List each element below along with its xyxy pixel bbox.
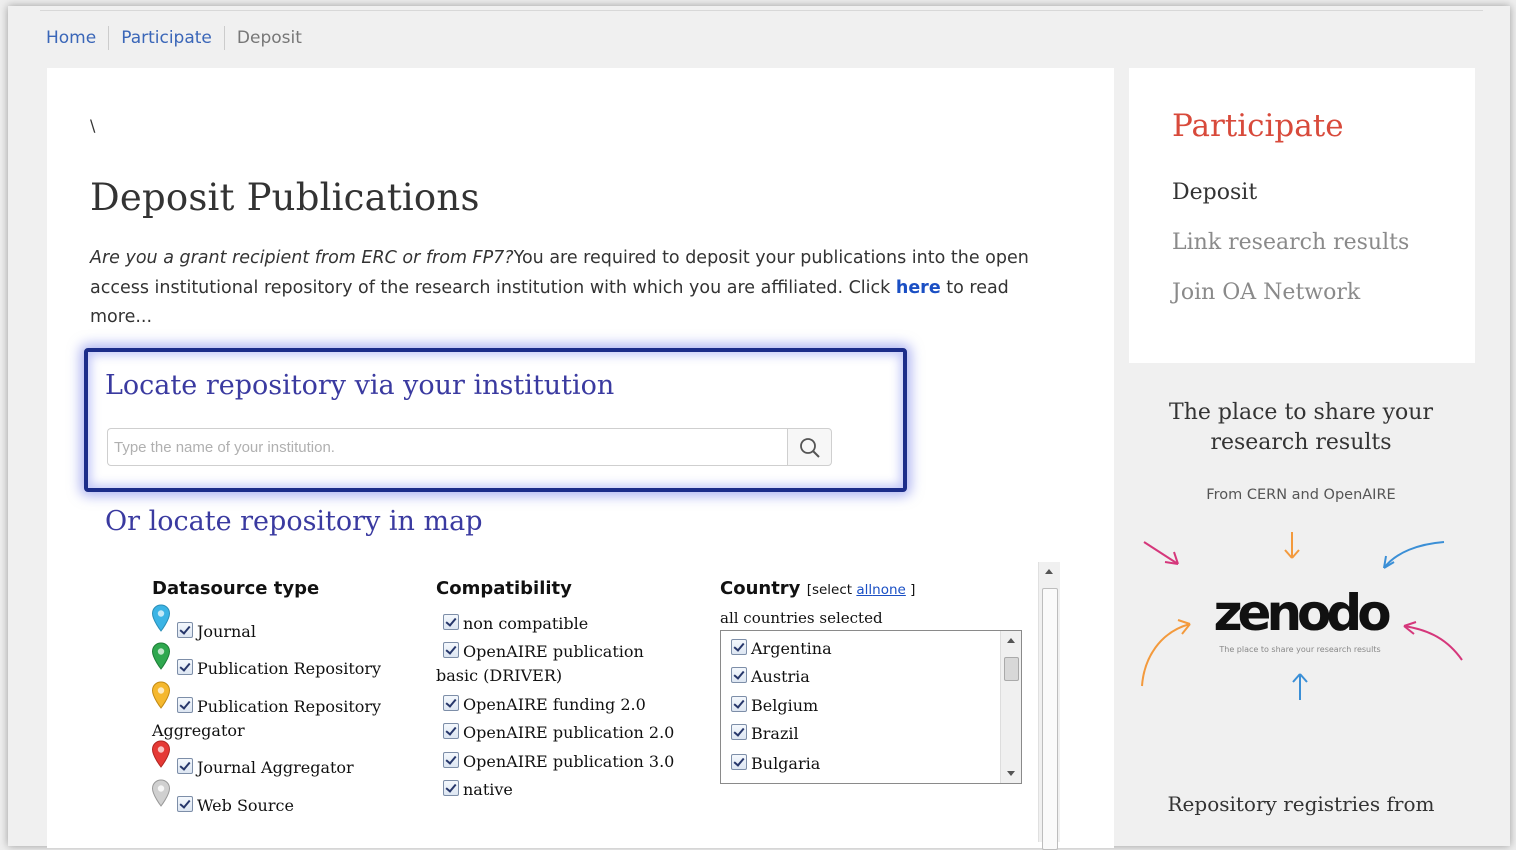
map-heading: Or locate repository in map [105,506,483,537]
country-option-belgium[interactable]: Belgium [731,696,818,715]
compat-option-native[interactable]: native [443,778,513,802]
sidebar-item-link-research-results[interactable]: Link research results [1172,230,1409,255]
checkbox-non-compatible[interactable] [443,614,459,630]
country-select-controls: [select allnone ] [806,582,916,598]
datasource-option-publication-repository[interactable]: Publication Repository [177,657,381,681]
page-title: Deposit Publications [90,176,480,219]
datasource-option-journal[interactable]: Journal [177,620,256,644]
checkbox-austria[interactable] [731,667,747,683]
scroll-thumb[interactable] [1042,588,1058,850]
checkbox-journal[interactable] [177,622,193,638]
datasource-type-heading: Datasource type [152,578,320,599]
search-button[interactable] [787,428,832,466]
checkbox-openaire-funding-2[interactable] [443,695,459,711]
checkbox-openaire-publication-3[interactable] [443,752,459,768]
country-heading: Country [select allnone ] [720,578,916,599]
breadcrumb-current: Deposit [236,28,302,48]
checkbox-belgium[interactable] [731,696,747,712]
compat-option-openaire-funding-2[interactable]: OpenAIRE funding 2.0 [443,693,646,717]
svg-text:The place to share your resear: The place to share your research results [1218,645,1380,654]
datasource-option-web-source[interactable]: Web Source [177,794,294,818]
compat-option-openaire-publication-basic[interactable]: OpenAIRE publication [443,640,644,664]
breadcrumb-home[interactable]: Home [46,28,96,48]
publication-repository-pin-icon [151,642,171,670]
promo-subtitle: From CERN and OpenAIRE [1206,487,1396,503]
scroll-thumb[interactable] [1004,657,1019,681]
compat-option-basic-driver-cont: basic (DRIVER) [436,666,563,685]
checkbox-argentina[interactable] [731,639,747,655]
country-option-brazil[interactable]: Brazil [731,724,799,743]
intro-paragraph: Are you a grant recipient from ERC or fr… [90,244,1050,333]
checkbox-openaire-publication-basic[interactable] [443,642,459,658]
compatibility-heading: Compatibility [436,578,572,599]
web-source-pin-icon [151,779,171,807]
compat-option-openaire-publication-3[interactable]: OpenAIRE publication 3.0 [443,750,674,774]
breadcrumb-separator [223,26,225,50]
checkbox-web-source[interactable] [177,796,193,812]
datasource-option-journal-aggregator[interactable]: Journal Aggregator [177,756,354,780]
sidebar-item-join-oa-network[interactable]: Join OA Network [1172,280,1360,305]
promo-title: The place to share your research results [1169,400,1433,455]
search-icon [800,438,820,458]
checkbox-journal-aggregator[interactable] [177,758,193,774]
intro-question: Are you a grant recipient from ERC or fr… [90,248,514,268]
country-option-austria[interactable]: Austria [731,667,810,686]
checkbox-publication-repository-aggregator[interactable] [177,697,193,713]
read-more-link[interactable]: here [896,278,941,298]
institution-search-input[interactable] [107,428,787,466]
zenodo-logo[interactable]: zenodo The place to share your research … [1134,528,1470,712]
scroll-down-icon[interactable] [1007,771,1015,776]
country-option-argentina[interactable]: Argentina [731,639,832,658]
checkbox-native[interactable] [443,780,459,796]
breadcrumb: Home Participate Deposit [46,26,302,50]
checkbox-publication-repository[interactable] [177,659,193,675]
repository-aggregator-pin-icon [151,681,171,709]
checkbox-bulgaria[interactable] [731,754,747,770]
compat-option-non-compatible[interactable]: non compatible [443,612,588,636]
filters-panel-scrollbar[interactable] [1038,562,1060,850]
scroll-up-icon[interactable] [1007,638,1015,643]
checkbox-brazil[interactable] [731,724,747,740]
sidebar-item-deposit[interactable]: Deposit [1172,180,1257,205]
select-all-link[interactable]: all [856,582,872,598]
breadcrumb-separator [108,26,110,50]
checkbox-openaire-publication-2[interactable] [443,723,459,739]
scroll-up-icon[interactable] [1045,569,1053,574]
repository-registries-text: Repository registries from [1167,792,1435,816]
journal-pin-icon [151,604,171,632]
top-divider [40,10,1483,11]
country-selection-status: all countries selected [720,609,883,627]
select-none-link[interactable]: none [872,582,906,598]
compat-option-openaire-publication-2[interactable]: OpenAIRE publication 2.0 [443,721,674,745]
country-option-bulgaria[interactable]: Bulgaria [731,754,820,773]
journal-aggregator-pin-icon [151,740,171,768]
country-list-scrollbar[interactable] [1000,631,1021,783]
locate-institution-heading: Locate repository via your institution [105,370,615,401]
stray-character: \ [90,116,96,135]
breadcrumb-participate[interactable]: Participate [121,28,212,48]
datasource-option-publication-repository-aggregator[interactable]: Publication Repository [177,695,381,719]
sidebar-title: Participate [1172,108,1344,144]
svg-text:zenodo: zenodo [1213,584,1390,642]
country-listbox[interactable]: Argentina Austria Belgium Brazil Bulgari… [720,630,1022,784]
